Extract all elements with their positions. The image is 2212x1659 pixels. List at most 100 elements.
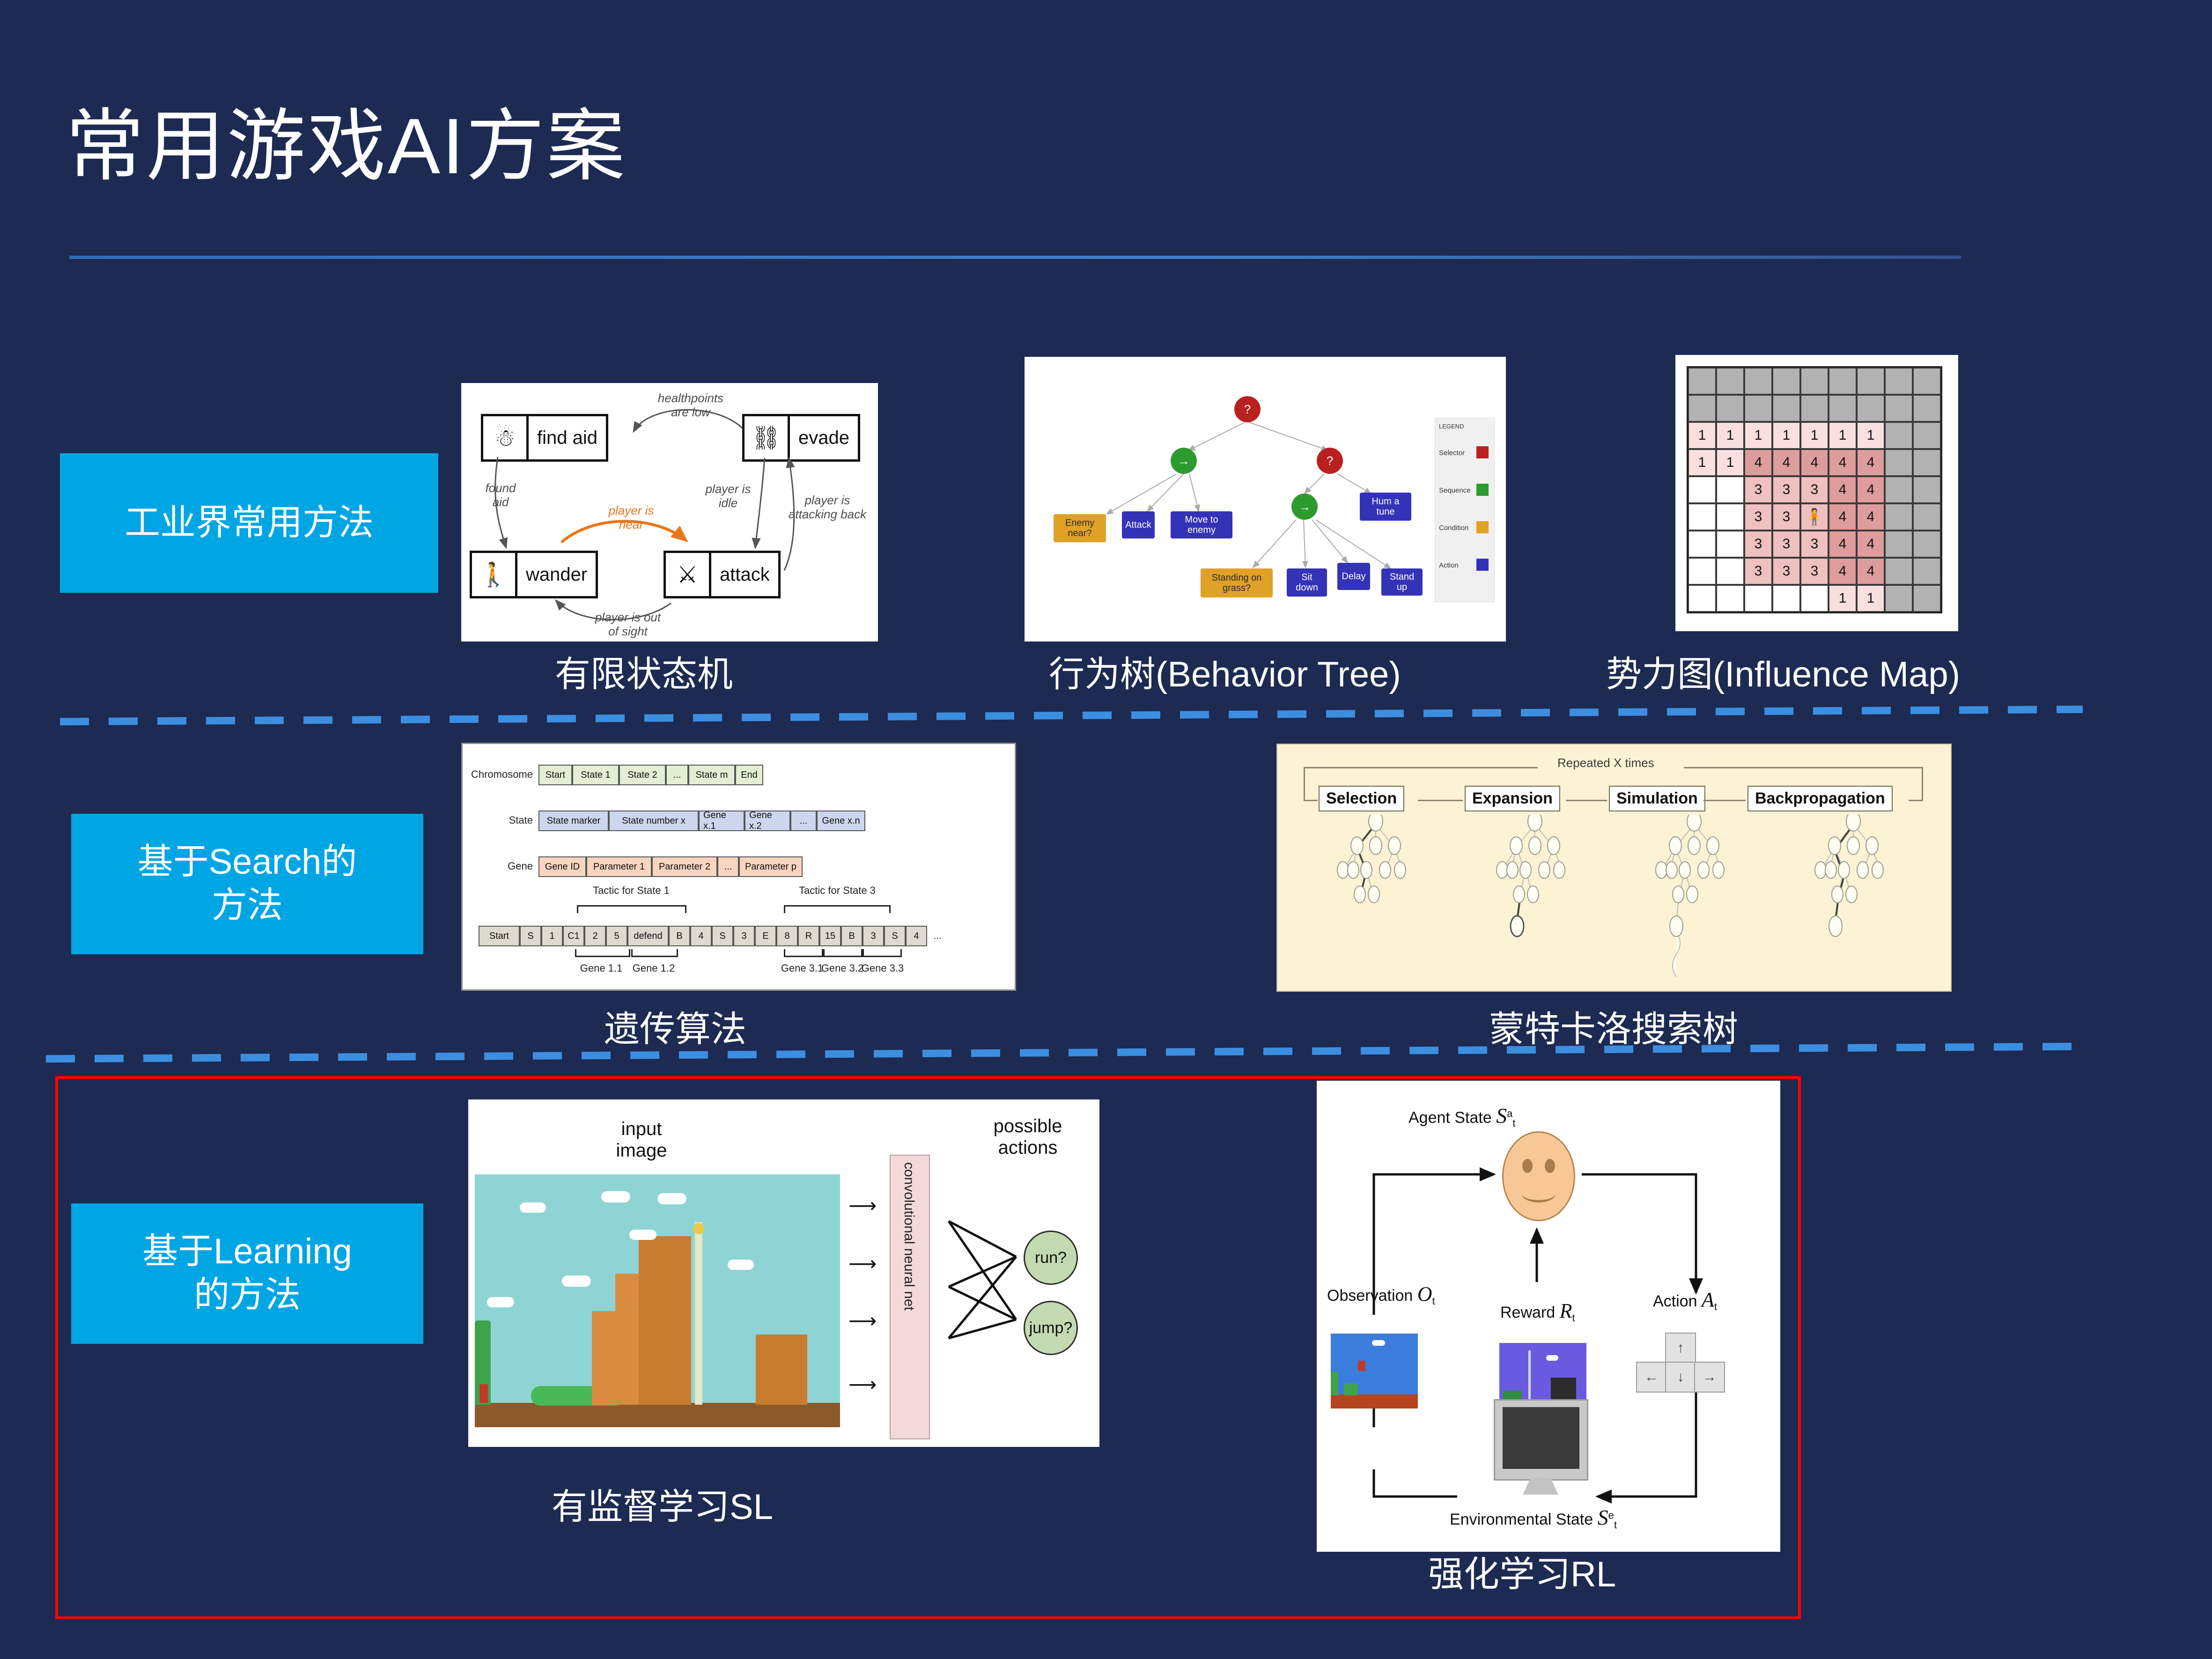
ga-cell: 2 bbox=[584, 926, 606, 946]
influence-map-cell: 3 bbox=[1744, 476, 1772, 503]
bt-leaf-hum-a-tune: Hum a tune bbox=[1360, 493, 1411, 521]
divider-row2 bbox=[45, 1042, 2088, 1063]
mcts-loop-line-left bbox=[1304, 767, 1538, 768]
fsm-transition-hp-low: healthpoints are low bbox=[657, 391, 724, 419]
sl-action-jump: jump? bbox=[1024, 1301, 1078, 1355]
influence-map-cell bbox=[1716, 558, 1744, 585]
influence-map-cell: 4 bbox=[1857, 449, 1885, 476]
influence-map-cell: 1 bbox=[1716, 449, 1744, 476]
bt-legend-title: LEGEND bbox=[1439, 423, 1464, 430]
ga-brace-gene11 bbox=[575, 949, 630, 957]
ga-cell: ... bbox=[717, 856, 739, 877]
ga-cell: State 1 bbox=[572, 765, 619, 785]
influence-map-cell bbox=[1829, 368, 1857, 395]
fsm-transition-found-aid: found aid bbox=[485, 481, 516, 509]
influence-map-cell: 1 bbox=[1857, 585, 1885, 612]
fsm-state-attack-label: attack bbox=[720, 564, 770, 585]
bt-legend-label-action: Action bbox=[1439, 561, 1459, 569]
section-label-search-line2: 方法 bbox=[212, 885, 283, 925]
ga-cell: S bbox=[884, 926, 906, 946]
fsm-state-find-aid: ☃ find aid bbox=[481, 414, 608, 462]
influence-map-cell bbox=[1688, 531, 1716, 558]
influence-map-cell: 3 bbox=[1800, 476, 1829, 503]
influence-map-cell bbox=[1800, 368, 1829, 395]
influence-map-cell bbox=[1885, 449, 1913, 476]
influence-map-cell: 1 bbox=[1772, 422, 1800, 449]
ga-tactic-state1: Tactic for State 1 bbox=[593, 885, 670, 896]
bt-node-sequence-right: → bbox=[1291, 494, 1318, 520]
influence-map-cell bbox=[1744, 395, 1772, 422]
behavior-tree-diagram: ? → ? → Enemy near? Attack Move to enemy… bbox=[1025, 357, 1506, 641]
walking-person-icon: 🚶 bbox=[472, 553, 517, 596]
fsm-transition-player-idle: player is idle bbox=[705, 482, 751, 510]
ga-label-gene11: Gene 1.1 bbox=[580, 962, 623, 974]
influence-map-cell: 3 bbox=[1772, 558, 1800, 585]
slide-root: 常用游戏AI方案 工业界常用方法 基于Search的 方法 基于Learning… bbox=[0, 0, 2212, 1659]
ga-cell: B bbox=[841, 926, 863, 946]
fighting-person-icon: ⚔ bbox=[666, 553, 711, 596]
influence-map-cell bbox=[1885, 503, 1913, 531]
bt-legend-swatch-sequence bbox=[1476, 484, 1489, 496]
rl-key-up[interactable]: ↑ bbox=[1665, 1333, 1696, 1364]
ga-cell: 3 bbox=[733, 926, 755, 946]
influence-map-cell bbox=[1772, 368, 1800, 395]
divider-row1 bbox=[59, 705, 2083, 726]
influence-map-cell: 3 bbox=[1744, 503, 1772, 531]
influence-map-cell: 3 bbox=[1772, 476, 1800, 503]
sl-input-image bbox=[475, 1174, 840, 1427]
ga-cell: State number x bbox=[609, 811, 699, 831]
influence-map-cell bbox=[1772, 395, 1800, 422]
ga-cell: 3 bbox=[863, 926, 884, 946]
ga-brace-gene32 bbox=[823, 949, 863, 957]
genetic-algorithm-diagram: Chromosome Start State 1 State 2... State m… bbox=[461, 743, 1016, 991]
ga-cell: Gene x.1 bbox=[699, 810, 745, 831]
bt-leaf-delay: Delay bbox=[1337, 563, 1370, 590]
influence-map-cell bbox=[1885, 422, 1913, 449]
influence-map-cell: 4 bbox=[1829, 476, 1857, 503]
rl-reward-label: Reward Rt bbox=[1500, 1299, 1575, 1324]
influence-map-cell bbox=[1716, 368, 1744, 395]
influence-map-cell: 1 bbox=[1829, 585, 1857, 612]
bt-legend-swatch-condition bbox=[1476, 521, 1489, 533]
fsm-state-attack: ⚔ attack bbox=[664, 551, 781, 598]
influence-map-cell bbox=[1913, 503, 1941, 531]
sl-arrow-3: ⟶ bbox=[848, 1310, 877, 1332]
monitor-icon bbox=[1494, 1399, 1588, 1481]
influence-map-cell bbox=[1716, 395, 1744, 422]
mcts-arrow-2 bbox=[1566, 800, 1607, 801]
bt-leaf-stand-up: Stand up bbox=[1381, 568, 1423, 596]
ga-cell: defend bbox=[627, 926, 669, 946]
influence-map-cell: 3 bbox=[1772, 531, 1800, 558]
section-label-industry[interactable]: 工业界常用方法 bbox=[60, 453, 438, 593]
mcts-phase-simulation: Simulation bbox=[1609, 786, 1705, 811]
ga-row-encoded-sequence: Start S 1 C1 2 5 defend B 4 S 3 E 8 R 15 B 3 S 4... bbox=[479, 926, 948, 946]
influence-map-cell bbox=[1913, 422, 1941, 449]
influence-map-cell bbox=[1913, 395, 1941, 422]
influence-map-cell bbox=[1716, 531, 1744, 558]
sl-arrow-4: ⟶ bbox=[848, 1373, 877, 1395]
ga-cell: State m bbox=[688, 765, 735, 785]
ga-cell: Gene ID bbox=[538, 856, 586, 877]
ga-row-chromosome: Start State 1 State 2... State m End bbox=[538, 765, 763, 785]
rl-key-down[interactable]: ↓ bbox=[1665, 1362, 1696, 1393]
influence-map-cell bbox=[1688, 503, 1716, 531]
influence-map-cell: 1 bbox=[1688, 449, 1716, 476]
influence-map-cell bbox=[1829, 395, 1857, 422]
section-label-search[interactable]: 基于Search的 方法 bbox=[71, 814, 423, 954]
influence-map-cell bbox=[1885, 395, 1913, 422]
influence-map-cell: 3 bbox=[1800, 531, 1829, 558]
rl-key-left[interactable]: ← bbox=[1636, 1362, 1667, 1393]
ga-cell: 4 bbox=[906, 926, 927, 946]
influence-map-grid: 1 1 1 1 1 1 1 1 1 4 4 4 4 4 3 3 3 4 4 3 3 🧍 4 4 3 3 3 4 4 3 3 3 4 4 1 1 bbox=[1687, 366, 1942, 613]
ga-cell: 1 bbox=[541, 926, 563, 946]
ga-cell: 5 bbox=[606, 926, 627, 946]
influence-map-cell bbox=[1885, 368, 1913, 395]
ga-cell: 4 bbox=[690, 926, 712, 946]
influence-map-cell bbox=[1800, 585, 1829, 612]
mcts-phase-selection: Selection bbox=[1319, 786, 1405, 811]
rl-env-state-label: Environmental State Set bbox=[1450, 1505, 1617, 1531]
health-potion-icon: ☃ bbox=[483, 416, 529, 459]
rl-key-right[interactable]: → bbox=[1694, 1362, 1725, 1393]
influence-map-cell bbox=[1772, 585, 1800, 612]
caption-reinforcement-learning: 强化学习RL bbox=[1428, 1555, 1616, 1594]
